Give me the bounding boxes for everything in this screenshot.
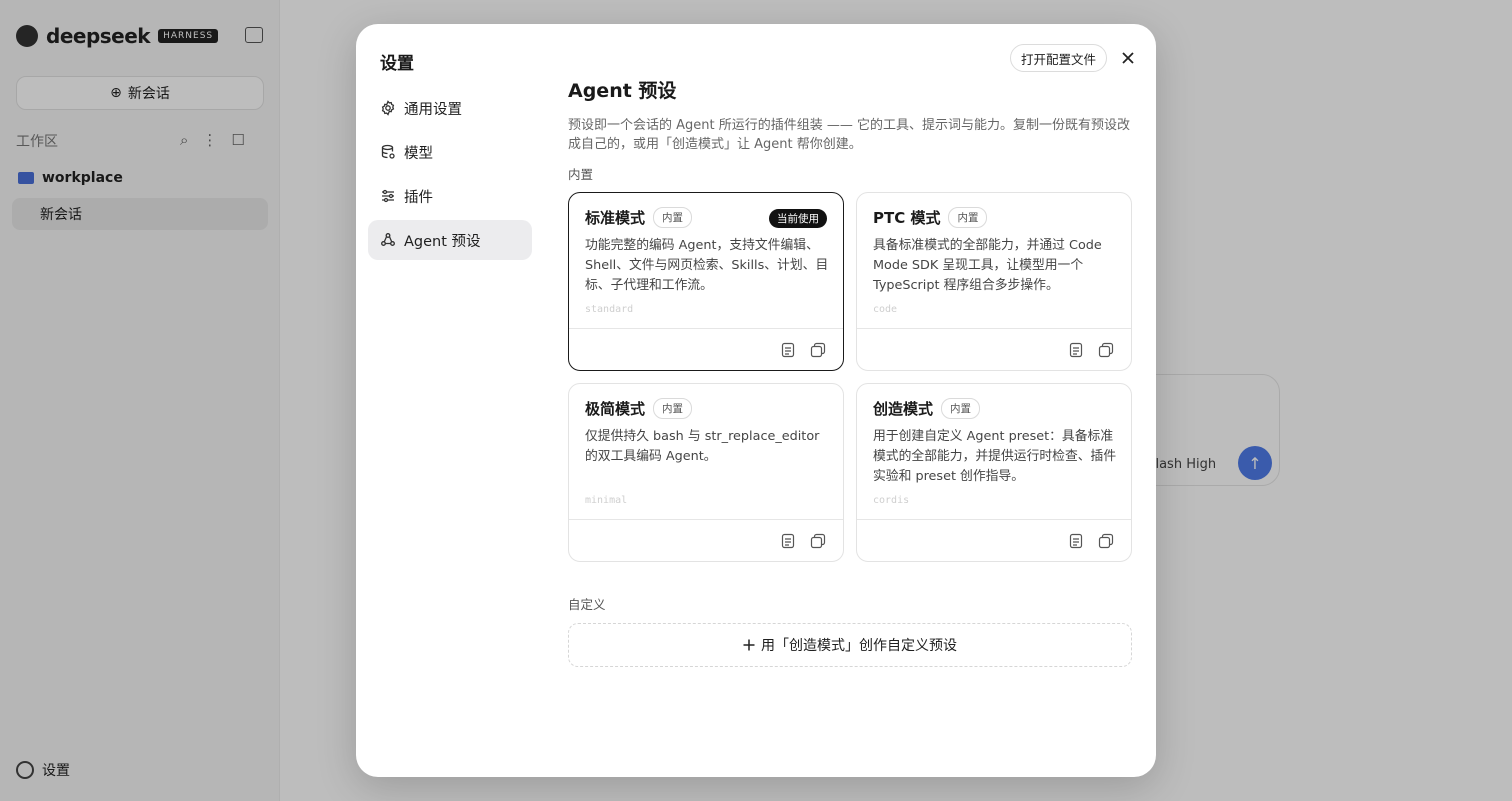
nav-item-models[interactable]: 模型 — [368, 132, 532, 172]
builtin-tag: 内置 — [653, 398, 693, 419]
card-footer — [569, 328, 843, 370]
preset-icon — [380, 232, 396, 248]
duplicate-icon[interactable] — [1097, 532, 1115, 550]
card-header: 极简模式 内置 — [585, 398, 693, 419]
card-footer — [569, 519, 843, 561]
close-icon — [1122, 52, 1134, 64]
plus-icon — [743, 639, 755, 651]
preset-card-creative[interactable]: 创造模式 内置 用于创建自定义 Agent preset：具备标准模式的全部能力… — [856, 383, 1132, 562]
sliders-icon — [380, 188, 396, 204]
custom-section-label: 自定义 — [568, 597, 606, 612]
settings-nav: 通用设置 模型 插件 Agent 预设 — [368, 88, 532, 264]
card-header: 标准模式 内置 — [585, 207, 693, 228]
nav-label: 通用设置 — [404, 101, 462, 118]
card-header: 创造模式 内置 — [873, 398, 981, 419]
card-preset-id: cordis — [873, 495, 910, 506]
card-description: 仅提供持久 bash 与 str_replace_editor 的双工具编码 A… — [585, 429, 820, 464]
card-title: 极简模式 — [585, 400, 646, 418]
nav-label: Agent 预设 — [404, 233, 481, 250]
preset-card-minimal[interactable]: 极简模式 内置 仅提供持久 bash 与 str_replace_editor … — [568, 383, 844, 562]
agent-presets-panel: Agent 预设 预设即一个会话的 Agent 所运行的插件组装 —— 它的工具… — [568, 78, 1132, 667]
duplicate-icon[interactable] — [1097, 341, 1115, 359]
card-preset-id: minimal — [585, 495, 628, 506]
card-description: 用于创建自定义 Agent preset：具备标准模式的全部能力，并提供运行时检… — [873, 429, 1117, 484]
page-description: 预设即一个会话的 Agent 所运行的插件组装 —— 它的工具、提示词与能力。复… — [568, 118, 1131, 152]
card-footer — [857, 519, 1131, 561]
view-document-icon[interactable] — [779, 532, 797, 550]
create-custom-label: 用「创造模式」创作自定义预设 — [761, 638, 957, 654]
page-title: Agent 预设 — [568, 80, 677, 102]
preset-card-ptc[interactable]: PTC 模式 内置 具备标准模式的全部能力，并通过 Code Mode SDK … — [856, 192, 1132, 371]
duplicate-icon[interactable] — [809, 532, 827, 550]
card-footer — [857, 328, 1131, 370]
close-button[interactable] — [1118, 48, 1138, 68]
nav-label: 模型 — [404, 145, 433, 162]
current-in-use-badge: 当前使用 — [769, 209, 827, 228]
preset-card-standard[interactable]: 标准模式 内置 当前使用 功能完整的编码 Agent，支持文件编辑、Shell、… — [568, 192, 844, 371]
card-description: 功能完整的编码 Agent，支持文件编辑、Shell、文件与网页检索、Skill… — [585, 238, 829, 293]
builtin-section-label: 内置 — [568, 167, 594, 182]
card-title: 标准模式 — [585, 209, 646, 227]
view-document-icon[interactable] — [779, 341, 797, 359]
view-document-icon[interactable] — [1067, 532, 1085, 550]
card-title: 创造模式 — [873, 400, 934, 418]
builtin-tag: 内置 — [948, 207, 988, 228]
view-document-icon[interactable] — [1067, 341, 1085, 359]
builtin-tag: 内置 — [653, 207, 693, 228]
database-icon — [380, 144, 396, 160]
nav-item-general[interactable]: 通用设置 — [368, 88, 532, 128]
card-title: PTC 模式 — [873, 209, 941, 227]
nav-label: 插件 — [404, 189, 433, 206]
create-custom-preset-button[interactable]: 用「创造模式」创作自定义预设 — [568, 623, 1132, 667]
card-header: PTC 模式 内置 — [873, 207, 988, 228]
open-config-file-button[interactable]: 打开配置文件 — [1010, 44, 1108, 72]
duplicate-icon[interactable] — [809, 341, 827, 359]
gear-icon — [380, 100, 396, 116]
card-description: 具备标准模式的全部能力，并通过 Code Mode SDK 呈现工具，让模型用一… — [873, 238, 1102, 293]
preset-grid: 标准模式 内置 当前使用 功能完整的编码 Agent，支持文件编辑、Shell、… — [568, 192, 1132, 562]
card-preset-id: standard — [585, 304, 634, 315]
nav-item-agent-presets[interactable]: Agent 预设 — [368, 220, 532, 260]
settings-modal: 设置 通用设置 模型 插件 Agent 预设 打开配置文件 Agent 预设 预… — [356, 24, 1156, 777]
builtin-tag: 内置 — [941, 398, 981, 419]
nav-item-plugins[interactable]: 插件 — [368, 176, 532, 216]
card-preset-id: code — [873, 304, 898, 315]
modal-title: 设置 — [380, 54, 414, 74]
